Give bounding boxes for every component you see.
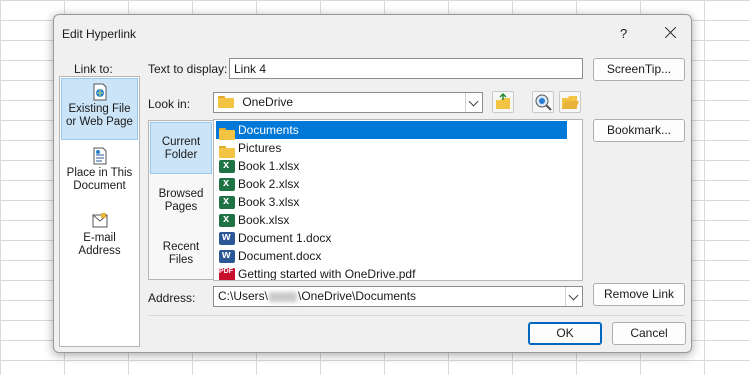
pdf-file-icon <box>219 263 235 280</box>
link-to-email-line2: Address <box>78 245 121 257</box>
help-button[interactable]: ? <box>620 26 627 41</box>
open-folder-icon <box>562 96 579 109</box>
remove-link-button[interactable]: Remove Link <box>593 283 685 306</box>
link-to-existing-file-line1: Existing File <box>68 103 131 115</box>
excel-file-icon <box>219 210 235 228</box>
cancel-button[interactable]: Cancel <box>612 322 686 345</box>
link-to-existing-file-line2: or Web Page <box>66 116 133 128</box>
browsed-pages-line2: Pages <box>164 201 198 213</box>
current-folder-tab[interactable]: Current Folder <box>150 122 212 174</box>
list-item[interactable]: Documents <box>216 121 567 140</box>
word-file-icon <box>219 246 235 264</box>
browsed-pages-tab[interactable]: Browsed Pages <box>150 175 212 227</box>
browsed-pages-line1: Browsed <box>158 188 204 200</box>
link-to-email-line1: E-mail <box>83 232 116 244</box>
list-item[interactable]: Book.xlsx <box>216 210 567 229</box>
recent-files-line1: Recent <box>162 241 200 253</box>
excel-file-icon <box>219 192 235 210</box>
search-web-icon <box>535 94 552 111</box>
place-in-document-icon <box>92 147 108 165</box>
look-in-value: OneDrive <box>242 95 294 109</box>
address-label: Address: <box>148 291 196 305</box>
file-name: Getting started with OneDrive.pdf <box>238 267 416 281</box>
file-name: Book 3.xlsx <box>238 195 300 209</box>
recent-files-line2: Files <box>168 254 194 266</box>
file-list[interactable]: Documents Pictures Book 1.xlsx Book 2.xl… <box>213 119 583 281</box>
recent-files-tab[interactable]: Recent Files <box>150 228 212 280</box>
file-name: Document 1.docx <box>238 231 332 245</box>
chevron-down-icon[interactable] <box>565 287 582 306</box>
look-in-combo[interactable]: OneDrive <box>213 92 483 113</box>
text-to-display-label: Text to display: <box>148 62 228 76</box>
word-file-icon <box>219 228 235 246</box>
address-prefix: C:\Users\ <box>218 289 269 303</box>
divider <box>148 315 685 316</box>
dialog-title: Edit Hyperlink <box>62 27 137 41</box>
link-to-panel: Existing File or Web Page Place in This … <box>59 76 140 347</box>
file-name: Book 2.xlsx <box>238 177 300 191</box>
list-item[interactable]: Document.docx <box>216 246 567 265</box>
file-name: Book.xlsx <box>238 213 290 227</box>
list-item[interactable]: Book 3.xlsx <box>216 192 567 211</box>
bookmark-button[interactable]: Bookmark... <box>593 119 685 142</box>
address-suffix: \OneDrive\Documents <box>298 289 417 303</box>
link-to-place-in-document[interactable]: Place in This Document <box>61 143 138 205</box>
file-name: Document.docx <box>238 249 322 263</box>
link-to-existing-file[interactable]: Existing File or Web Page <box>61 78 138 140</box>
title-bar: Edit Hyperlink ? <box>54 15 691 51</box>
link-to-email-address[interactable]: E-mail Address <box>61 208 138 270</box>
list-item[interactable]: Document 1.docx <box>216 228 567 247</box>
list-item[interactable]: Getting started with OneDrive.pdf <box>216 263 567 281</box>
file-name: Pictures <box>238 141 282 155</box>
browse-file-button[interactable] <box>559 91 581 113</box>
excel-file-icon <box>219 156 235 174</box>
ok-button[interactable]: OK <box>528 322 602 345</box>
file-name: Documents <box>238 123 299 137</box>
current-folder-line1: Current <box>161 136 201 148</box>
edit-hyperlink-dialog: Edit Hyperlink ? Link to: Existing File … <box>53 14 692 353</box>
look-in-label: Look in: <box>148 97 191 111</box>
list-item[interactable]: Pictures <box>216 139 567 158</box>
chevron-down-icon[interactable] <box>465 93 482 112</box>
link-to-place-line1: Place in This <box>66 167 133 179</box>
email-address-icon <box>92 212 108 230</box>
text-to-display-input[interactable] <box>229 58 583 79</box>
redacted-username <box>269 291 298 302</box>
browse-panel: Current Folder Browsed Pages Recent File… <box>148 120 214 280</box>
up-folder-icon <box>496 92 510 109</box>
up-one-folder-button[interactable] <box>492 91 514 113</box>
excel-file-icon <box>219 174 235 192</box>
address-combo[interactable]: C:\Users\ \OneDrive\Documents <box>213 286 583 307</box>
folder-icon <box>218 95 234 108</box>
link-to-label: Link to: <box>74 62 113 76</box>
close-icon[interactable] <box>659 21 683 43</box>
screentip-button[interactable]: ScreenTip... <box>593 58 685 81</box>
file-name: Book 1.xlsx <box>238 159 300 173</box>
list-item[interactable]: Book 1.xlsx <box>216 156 567 175</box>
existing-file-icon <box>92 83 108 101</box>
list-item[interactable]: Book 2.xlsx <box>216 174 567 193</box>
current-folder-line2: Folder <box>164 149 198 161</box>
browse-web-button[interactable] <box>532 91 554 113</box>
link-to-place-line2: Document <box>73 180 126 192</box>
